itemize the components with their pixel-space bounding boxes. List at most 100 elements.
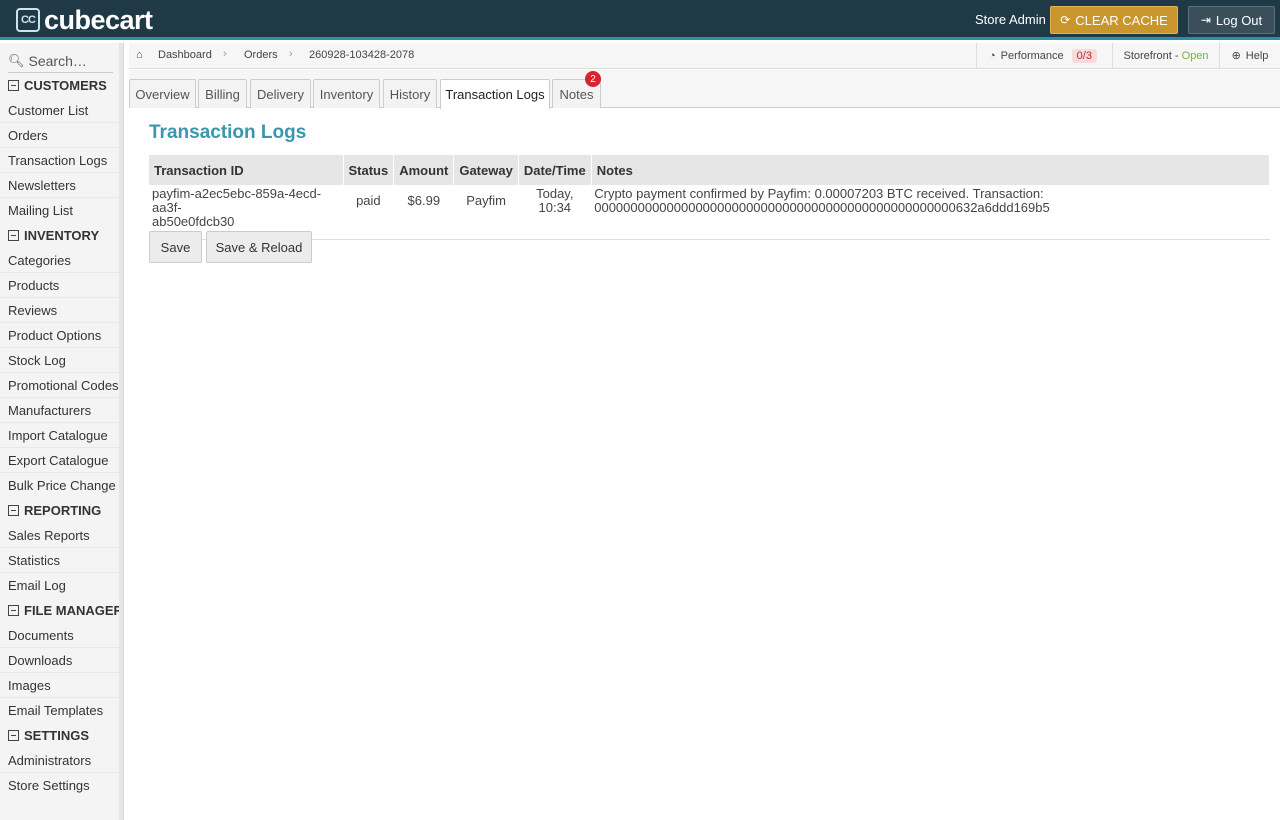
sidebar-item-images[interactable]: Images [0,673,119,698]
store-admin-link[interactable]: Store Admin [975,12,1046,27]
sidebar-item-manufacturers[interactable]: Manufacturers [0,398,119,423]
sidebar-item-sales-reports[interactable]: Sales Reports [0,523,119,548]
sidebar-item-customer-list[interactable]: Customer List [0,98,119,123]
sidebar-section-title: SETTINGS [24,728,90,743]
breadcrumb-dashboard[interactable]: Dashboard [158,49,212,61]
tab-label: Inventory [319,86,374,102]
storefront-label: Storefront - [1123,49,1179,62]
notes-line: 0000000000000000000000000000000000000000… [594,200,1050,215]
cell-gateway: Payfim [466,193,506,208]
performance-label: Performance [1000,49,1064,62]
transaction-logs-table: Transaction ID Status Amount Gateway Dat… [149,155,1271,240]
chevron-right-icon: › [223,48,227,60]
search-icon: 🔍︎ [8,52,25,68]
sidebar-section-settings[interactable]: SETTINGS [0,723,123,748]
column-header-status: Status [343,155,395,185]
column-header-gateway: Gateway [453,155,519,185]
performance-badge: 0/3 [1071,48,1097,63]
search-input[interactable]: 🔍︎ Search… [8,49,113,73]
column-header-amount: Amount [393,155,455,185]
column-header-datetime: Date/Time [518,155,592,185]
tab-inventory[interactable]: Inventory [313,79,380,108]
sidebar-item-import-catalogue[interactable]: Import Catalogue [0,423,119,448]
tab-label: Transaction Logs [445,87,545,102]
refresh-icon: ⟳ [1060,13,1071,27]
sidebar-item-mailing-list[interactable]: Mailing List [0,198,119,223]
sidebar-item-bulk-price-change[interactable]: Bulk Price Change [0,473,119,498]
column-header-notes: Notes [591,155,1271,185]
sidebar-item-orders[interactable]: Orders [0,123,119,148]
sidebar-item-downloads[interactable]: Downloads [0,648,119,673]
help-link[interactable]: ⊕ Help [1219,43,1280,68]
tab-label: Billing [205,86,240,102]
sidebar-section-file-manager[interactable]: FILE MANAGER [0,598,123,623]
breadcrumb-orders[interactable]: Orders [244,49,278,61]
tab-label: Delivery [257,86,304,102]
sidebar-item-stock-log[interactable]: Stock Log [0,348,119,373]
top-bar: CC cubecart Store Admin ⟳ CLEAR CACHE ⇥ … [0,0,1280,40]
sidebar-section-inventory[interactable]: INVENTORY [0,223,123,248]
sidebar-item-export-catalogue[interactable]: Export Catalogue [0,448,119,473]
sidebar-item-products[interactable]: Products [0,273,119,298]
sidebar-item-transaction-logs[interactable]: Transaction Logs [0,148,119,173]
sidebar-item-email-log[interactable]: Email Log [0,573,119,598]
breadcrumb-order-id: 260928-103428-2078 [309,49,415,61]
chevron-right-icon: › [289,48,293,60]
log-out-button[interactable]: ⇥ Log Out [1188,6,1275,34]
sidebar-item-categories[interactable]: Categories [0,248,119,273]
collapse-icon [8,505,19,516]
page-title: Transaction Logs [149,122,307,143]
clear-cache-button[interactable]: ⟳ CLEAR CACHE [1050,6,1178,34]
sidebar-item-email-templates[interactable]: Email Templates [0,698,119,723]
sidebar-section-title: CUSTOMERS [24,78,107,93]
performance-link[interactable]: ◔ Performance 0/3 [976,43,1112,68]
sidebar-section-title: FILE MANAGER [24,603,123,618]
cell-status: paid [356,193,381,208]
sidebar-item-documents[interactable]: Documents [0,623,119,648]
tab-overview[interactable]: Overview [129,79,196,108]
collapse-icon [8,80,19,91]
sidebar-item-statistics[interactable]: Statistics [0,548,119,573]
table-header-row: Transaction ID Status Amount Gateway Dat… [149,155,1271,185]
log-out-label: Log Out [1215,12,1263,28]
notes-line: Crypto payment confirmed by Payfim: 0.00… [594,186,1044,201]
cell-amount: $6.99 [407,193,441,208]
home-icon[interactable]: ⌂ [136,49,143,61]
sidebar-item-reviews[interactable]: Reviews [0,298,119,323]
transaction-id-line: payfim-a2ec5ebc-859a-4ecd-aa3f- [152,186,322,215]
sidebar-item-newsletters[interactable]: Newsletters [0,173,119,198]
sidebar-section-reporting[interactable]: REPORTING [0,498,123,523]
clear-cache-label: CLEAR CACHE [1075,12,1168,28]
cell-datetime: Today, 10:34 [518,185,591,240]
sidebar-item-administrators[interactable]: Administrators [0,748,119,773]
dashboard-gauge-icon: ◔ [989,49,996,62]
sidebar-item-store-settings[interactable]: Store Settings [0,773,119,798]
collapse-icon [8,730,19,741]
help-label: Help [1245,49,1269,62]
table-row: payfim-a2ec5ebc-859a-4ecd-aa3f- ab50e0fd… [149,185,1270,240]
transaction-id-line: ab50e0fdcb30 [152,214,235,229]
save-reload-button[interactable]: Save & Reload [206,231,312,263]
storefront-status: Open [1181,49,1209,62]
storefront-link[interactable]: Storefront - Open [1112,43,1219,68]
tab-history[interactable]: History [383,79,437,108]
search-placeholder: Search… [28,52,87,69]
order-tabs: Overview Billing Delivery Inventory Hist… [129,70,1280,109]
collapse-icon [8,230,19,241]
sidebar: 🔍︎ Search… CUSTOMERS Customer List Orders T… [0,43,124,820]
tab-label: Overview [135,86,190,102]
sidebar-item-product-options[interactable]: Product Options [0,323,119,348]
time-line: 10:34 [538,200,572,215]
tab-billing[interactable]: Billing [198,79,247,108]
tab-delivery[interactable]: Delivery [250,79,311,108]
tab-transaction-logs[interactable]: Transaction Logs [440,79,550,109]
sidebar-section-customers[interactable]: CUSTOMERS [0,73,123,98]
logo-text: cubecart [44,4,153,35]
logo-badge-icon: CC [16,8,40,32]
help-icon: ⊕ [1231,50,1241,62]
breadcrumb: ⌂ Dashboard › Orders › 260928-103428-207… [129,43,1280,69]
sidebar-item-promotional-codes[interactable]: Promotional Codes [0,373,119,398]
tab-notes[interactable]: Notes 2 [552,71,601,108]
cubecart-logo[interactable]: CC cubecart [16,4,153,35]
save-button[interactable]: Save [149,231,202,263]
